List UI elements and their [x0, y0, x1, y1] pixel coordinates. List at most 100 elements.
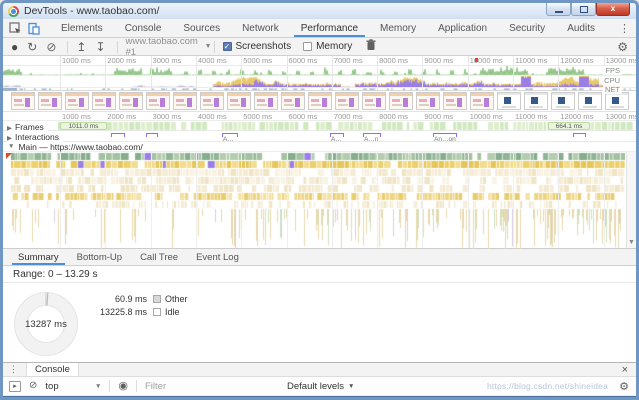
- filmstrip-thumbnail[interactable]: [227, 92, 251, 110]
- interaction-marker[interactable]: [573, 133, 586, 137]
- filmstrip-thumbnail[interactable]: [200, 92, 224, 110]
- load-profile-icon[interactable]: ↥: [76, 41, 86, 53]
- track-tick-label: 7000 ms: [334, 112, 363, 121]
- filmstrip-thumbnail[interactable]: [335, 92, 359, 110]
- timeline-overview[interactable]: 1000 ms2000 ms3000 ms4000 ms5000 ms6000 …: [3, 56, 636, 91]
- fps-lane[interactable]: FPS: [3, 65, 636, 75]
- frame-duration-badge[interactable]: 664.1 ms: [548, 122, 590, 130]
- capture-settings-gear-icon[interactable]: ⚙: [617, 40, 628, 54]
- console-settings-gear-icon[interactable]: ⚙: [619, 380, 629, 393]
- filmstrip-thumbnail[interactable]: [281, 92, 305, 110]
- filmstrip-thumbnail[interactable]: [443, 92, 467, 110]
- garbage-collect-icon[interactable]: [366, 39, 376, 54]
- device-toolbar-icon[interactable]: [26, 21, 40, 35]
- close-button[interactable]: x: [596, 3, 630, 16]
- tab-elements[interactable]: Elements: [50, 19, 114, 37]
- filmstrip-thumbnail[interactable]: [551, 92, 575, 110]
- detail-tabs: SummaryBottom-UpCall TreeEvent Log: [3, 249, 636, 266]
- filmstrip-thumbnail[interactable]: [524, 92, 548, 110]
- tab-performance[interactable]: Performance: [290, 19, 369, 37]
- tab-console[interactable]: Console: [114, 19, 173, 37]
- tab-memory[interactable]: Memory: [369, 19, 427, 37]
- execution-context-select[interactable]: top ▼: [45, 381, 101, 392]
- memory-checkbox[interactable]: [303, 42, 312, 51]
- filmstrip-thumbnail[interactable]: [578, 92, 602, 110]
- record-button[interactable]: ●: [11, 41, 18, 53]
- overview-tick-label: 6000 ms: [289, 56, 318, 65]
- memory-checkbox-label[interactable]: Memory: [316, 41, 352, 52]
- more-options-icon[interactable]: ⋮: [619, 22, 630, 35]
- log-levels-value: Default levels: [287, 381, 344, 392]
- tab-network[interactable]: Network: [231, 19, 290, 37]
- frames-track[interactable]: ▶Frames 1011.0 ms 664.1 ms: [3, 121, 636, 131]
- profile-select[interactable]: www.taobao.com #1 ▼: [126, 36, 212, 58]
- detail-tab-event-log[interactable]: Event Log: [187, 249, 248, 265]
- overview-tick-label: 11000 ms: [515, 56, 547, 65]
- scroll-down-arrow-icon[interactable]: ▼: [627, 238, 636, 248]
- filmstrip-thumbnail[interactable]: [470, 92, 494, 110]
- filmstrip-thumbnail[interactable]: [119, 92, 143, 110]
- save-profile-icon[interactable]: ↧: [95, 41, 105, 53]
- screenshots-filmstrip[interactable]: [3, 91, 636, 112]
- filmstrip-thumbnail[interactable]: [362, 92, 386, 110]
- interactions-track[interactable]: ▶Interactions A…A…A…nAn…on: [3, 131, 636, 142]
- main-tabs: ElementsConsoleSourcesNetworkPerformance…: [50, 19, 606, 37]
- reload-and-record-button[interactable]: ↻: [27, 41, 37, 53]
- detail-tab-bottom-up[interactable]: Bottom-Up: [68, 249, 131, 265]
- cpu-lane[interactable]: CPU: [3, 75, 636, 87]
- chrome-logo-icon: [8, 6, 19, 17]
- filmstrip-thumbnail[interactable]: [92, 92, 116, 110]
- overview-tick-label: 5000 ms: [243, 56, 272, 65]
- filmstrip-thumbnail[interactable]: [173, 92, 197, 110]
- expand-triangle-icon[interactable]: ▶: [7, 125, 12, 132]
- tab-application[interactable]: Application: [427, 19, 498, 37]
- console-toolbar: ▸ ⊘ top ▼ ◉ Default levels ▼ https://blo…: [3, 377, 636, 396]
- live-expression-eye-icon[interactable]: ◉: [118, 381, 128, 392]
- clear-console-icon[interactable]: ⊘: [29, 381, 37, 391]
- track-ruler[interactable]: 1000 ms2000 ms3000 ms4000 ms5000 ms6000 …: [3, 112, 636, 121]
- detail-tab-call-tree[interactable]: Call Tree: [131, 249, 187, 265]
- filmstrip-thumbnail[interactable]: [308, 92, 332, 110]
- detail-tab-summary[interactable]: Summary: [9, 249, 68, 265]
- filmstrip-thumbnail[interactable]: [11, 92, 35, 110]
- main-thread-track-header[interactable]: ▼ Main — https://www.taobao.com/: [3, 142, 636, 152]
- console-filter-input[interactable]: [145, 381, 265, 392]
- drawer-tab-console[interactable]: Console: [26, 363, 79, 376]
- legend-value: 13225.8 ms: [89, 307, 147, 317]
- minimize-button[interactable]: [546, 3, 571, 16]
- flame-scrollbar[interactable]: ▼: [626, 152, 636, 248]
- fps-lane-label: FPS: [603, 66, 622, 75]
- log-levels-select[interactable]: Default levels ▼: [287, 381, 354, 392]
- drawer-close-icon[interactable]: ×: [622, 364, 628, 376]
- track-tick-label: 3000 ms: [153, 112, 182, 121]
- tab-security[interactable]: Security: [498, 19, 556, 37]
- inspect-element-icon[interactable]: [8, 21, 22, 35]
- legend-value: 60.9 ms: [89, 294, 147, 304]
- maximize-button[interactable]: [571, 3, 596, 16]
- filmstrip-thumbnail[interactable]: [38, 92, 62, 110]
- screenshots-checkbox[interactable]: ✓: [223, 42, 232, 51]
- console-sidebar-toggle-icon[interactable]: ▸: [9, 381, 21, 392]
- gridline: [422, 152, 423, 248]
- title-bar[interactable]: DevTools - www.taobao.com/ x: [3, 3, 636, 19]
- interaction-marker[interactable]: [111, 133, 125, 137]
- flame-chart[interactable]: ▼: [3, 152, 636, 249]
- tab-sources[interactable]: Sources: [172, 19, 231, 37]
- filmstrip-thumbnail[interactable]: [65, 92, 89, 110]
- gridline: [60, 56, 61, 90]
- filmstrip-thumbnail[interactable]: [389, 92, 413, 110]
- clear-recording-button[interactable]: ⊘: [46, 41, 56, 53]
- screenshots-checkbox-label[interactable]: Screenshots: [236, 41, 292, 52]
- collapse-triangle-icon[interactable]: ▼: [8, 143, 14, 150]
- filmstrip-thumbnail[interactable]: [416, 92, 440, 110]
- drawer-menu-icon[interactable]: ⋮: [9, 364, 18, 375]
- filmstrip-thumbnail[interactable]: [146, 92, 170, 110]
- tab-audits[interactable]: Audits: [556, 19, 606, 37]
- overview-tick-label: 4000 ms: [198, 56, 227, 65]
- frame-duration-badge[interactable]: 1011.0 ms: [60, 122, 107, 130]
- filmstrip-thumbnail[interactable]: [497, 92, 521, 110]
- filmstrip-thumbnail[interactable]: [605, 92, 629, 110]
- expand-triangle-icon[interactable]: ▶: [7, 135, 12, 142]
- filmstrip-thumbnail[interactable]: [254, 92, 278, 110]
- interaction-marker[interactable]: [146, 133, 158, 137]
